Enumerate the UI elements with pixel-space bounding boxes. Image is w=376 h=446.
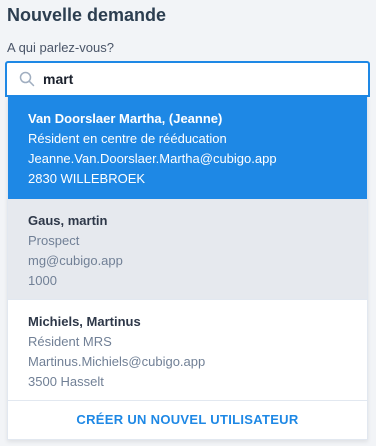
result-email: mg@cubigo.app <box>28 253 123 268</box>
result-name: Gaus, martin <box>28 213 108 228</box>
search-icon <box>19 71 35 87</box>
result-email: Jeanne.Van.Doorslaer.Martha@cubigo.app <box>28 151 277 166</box>
recipient-question-label: A qui parlez-vous? <box>7 40 114 55</box>
result-role: Résident MRS <box>28 334 112 349</box>
result-name: Michiels, Martinus <box>28 314 141 329</box>
recipient-search-box[interactable] <box>5 61 370 97</box>
page-title: Nouvelle demande <box>7 5 167 25</box>
result-item[interactable]: Gaus, martin Prospect mg@cubigo.app 1000 <box>8 199 367 300</box>
search-results-dropdown: Van Doorslaer Martha, (Jeanne) Résident … <box>7 97 368 440</box>
result-email: Martinus.Michiels@cubigo.app <box>28 354 206 369</box>
result-location: 1000 <box>28 273 57 288</box>
result-role: Résident en centre de rééducation <box>28 131 227 146</box>
recipient-search-input[interactable] <box>43 67 343 91</box>
new-request-panel: Nouvelle demande A qui parlez-vous? Van … <box>0 0 376 446</box>
result-item[interactable]: Van Doorslaer Martha, (Jeanne) Résident … <box>8 97 367 199</box>
result-role: Prospect <box>28 233 80 248</box>
result-item[interactable]: Michiels, Martinus Résident MRS Martinus… <box>8 300 367 401</box>
create-new-user-button[interactable]: CRÉER UN NOUVEL UTILISATEUR <box>8 401 367 439</box>
result-location: 3500 Hasselt <box>28 374 104 389</box>
result-location: 2830 WILLEBROEK <box>28 171 146 186</box>
result-name: Van Doorslaer Martha, (Jeanne) <box>28 111 223 126</box>
